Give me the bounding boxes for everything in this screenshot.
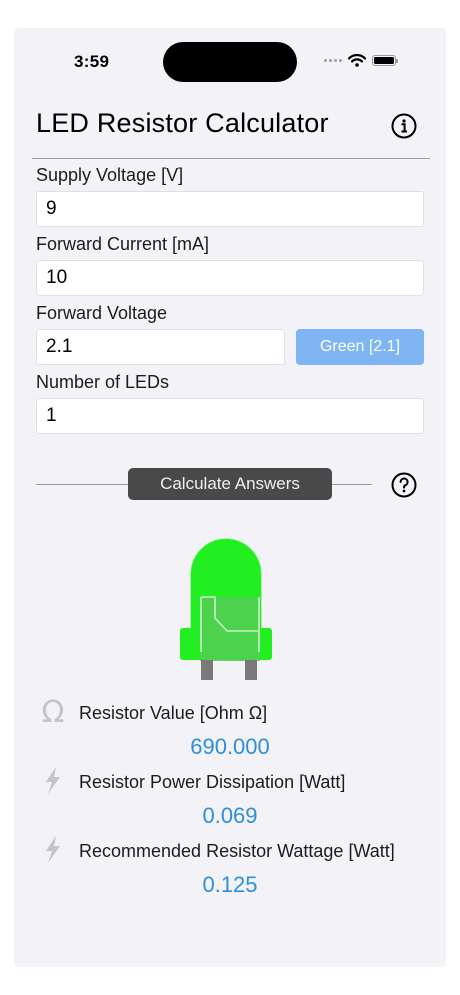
- led-icon: [180, 537, 272, 680]
- dynamic-island: [163, 42, 297, 82]
- info-icon[interactable]: [391, 113, 417, 139]
- omega-icon: Ω: [42, 696, 65, 726]
- num-leds-input[interactable]: [36, 398, 424, 434]
- svg-text:Ω: Ω: [42, 696, 65, 726]
- lightning-icon: [46, 836, 60, 863]
- recommended-wattage-label: Recommended Resistor Wattage [Watt]: [79, 841, 395, 861]
- forward-voltage-label: Forward Voltage: [36, 303, 168, 323]
- num-leds-label: Number of LEDs: [36, 372, 170, 392]
- recommended-wattage-value: 0.125: [202, 872, 258, 897]
- supply-voltage-label: Supply Voltage [V]: [36, 165, 184, 185]
- forward-current-input[interactable]: [36, 260, 424, 296]
- calculate-button[interactable]: Calculate Answers: [128, 468, 332, 500]
- resistor-value: 690.000: [190, 734, 270, 759]
- battery-icon: [372, 54, 398, 66]
- divider-right: [332, 484, 372, 485]
- led-color-button[interactable]: Green [2.1]: [296, 329, 424, 365]
- status-indicators: [324, 53, 398, 67]
- power-dissipation-value: 0.069: [202, 803, 258, 828]
- signal-icon: [324, 58, 342, 62]
- lightning-icon: [46, 767, 60, 794]
- power-dissipation-label: Resistor Power Dissipation [Watt]: [79, 772, 346, 792]
- wifi-icon: [348, 53, 366, 67]
- status-time: 3:59: [74, 52, 110, 71]
- page-title: LED Resistor Calculator: [36, 108, 329, 138]
- question-icon[interactable]: [391, 472, 417, 498]
- divider-left: [36, 484, 128, 485]
- supply-voltage-input[interactable]: [36, 191, 424, 227]
- forward-voltage-input[interactable]: [36, 329, 285, 365]
- app-screen: 3:59 LED Resistor Calculator Supply Volt…: [14, 28, 446, 967]
- header-divider: [32, 158, 430, 159]
- resistor-value-label: Resistor Value [Ohm Ω]: [79, 703, 268, 723]
- forward-current-label: Forward Current [mA]: [36, 234, 210, 254]
